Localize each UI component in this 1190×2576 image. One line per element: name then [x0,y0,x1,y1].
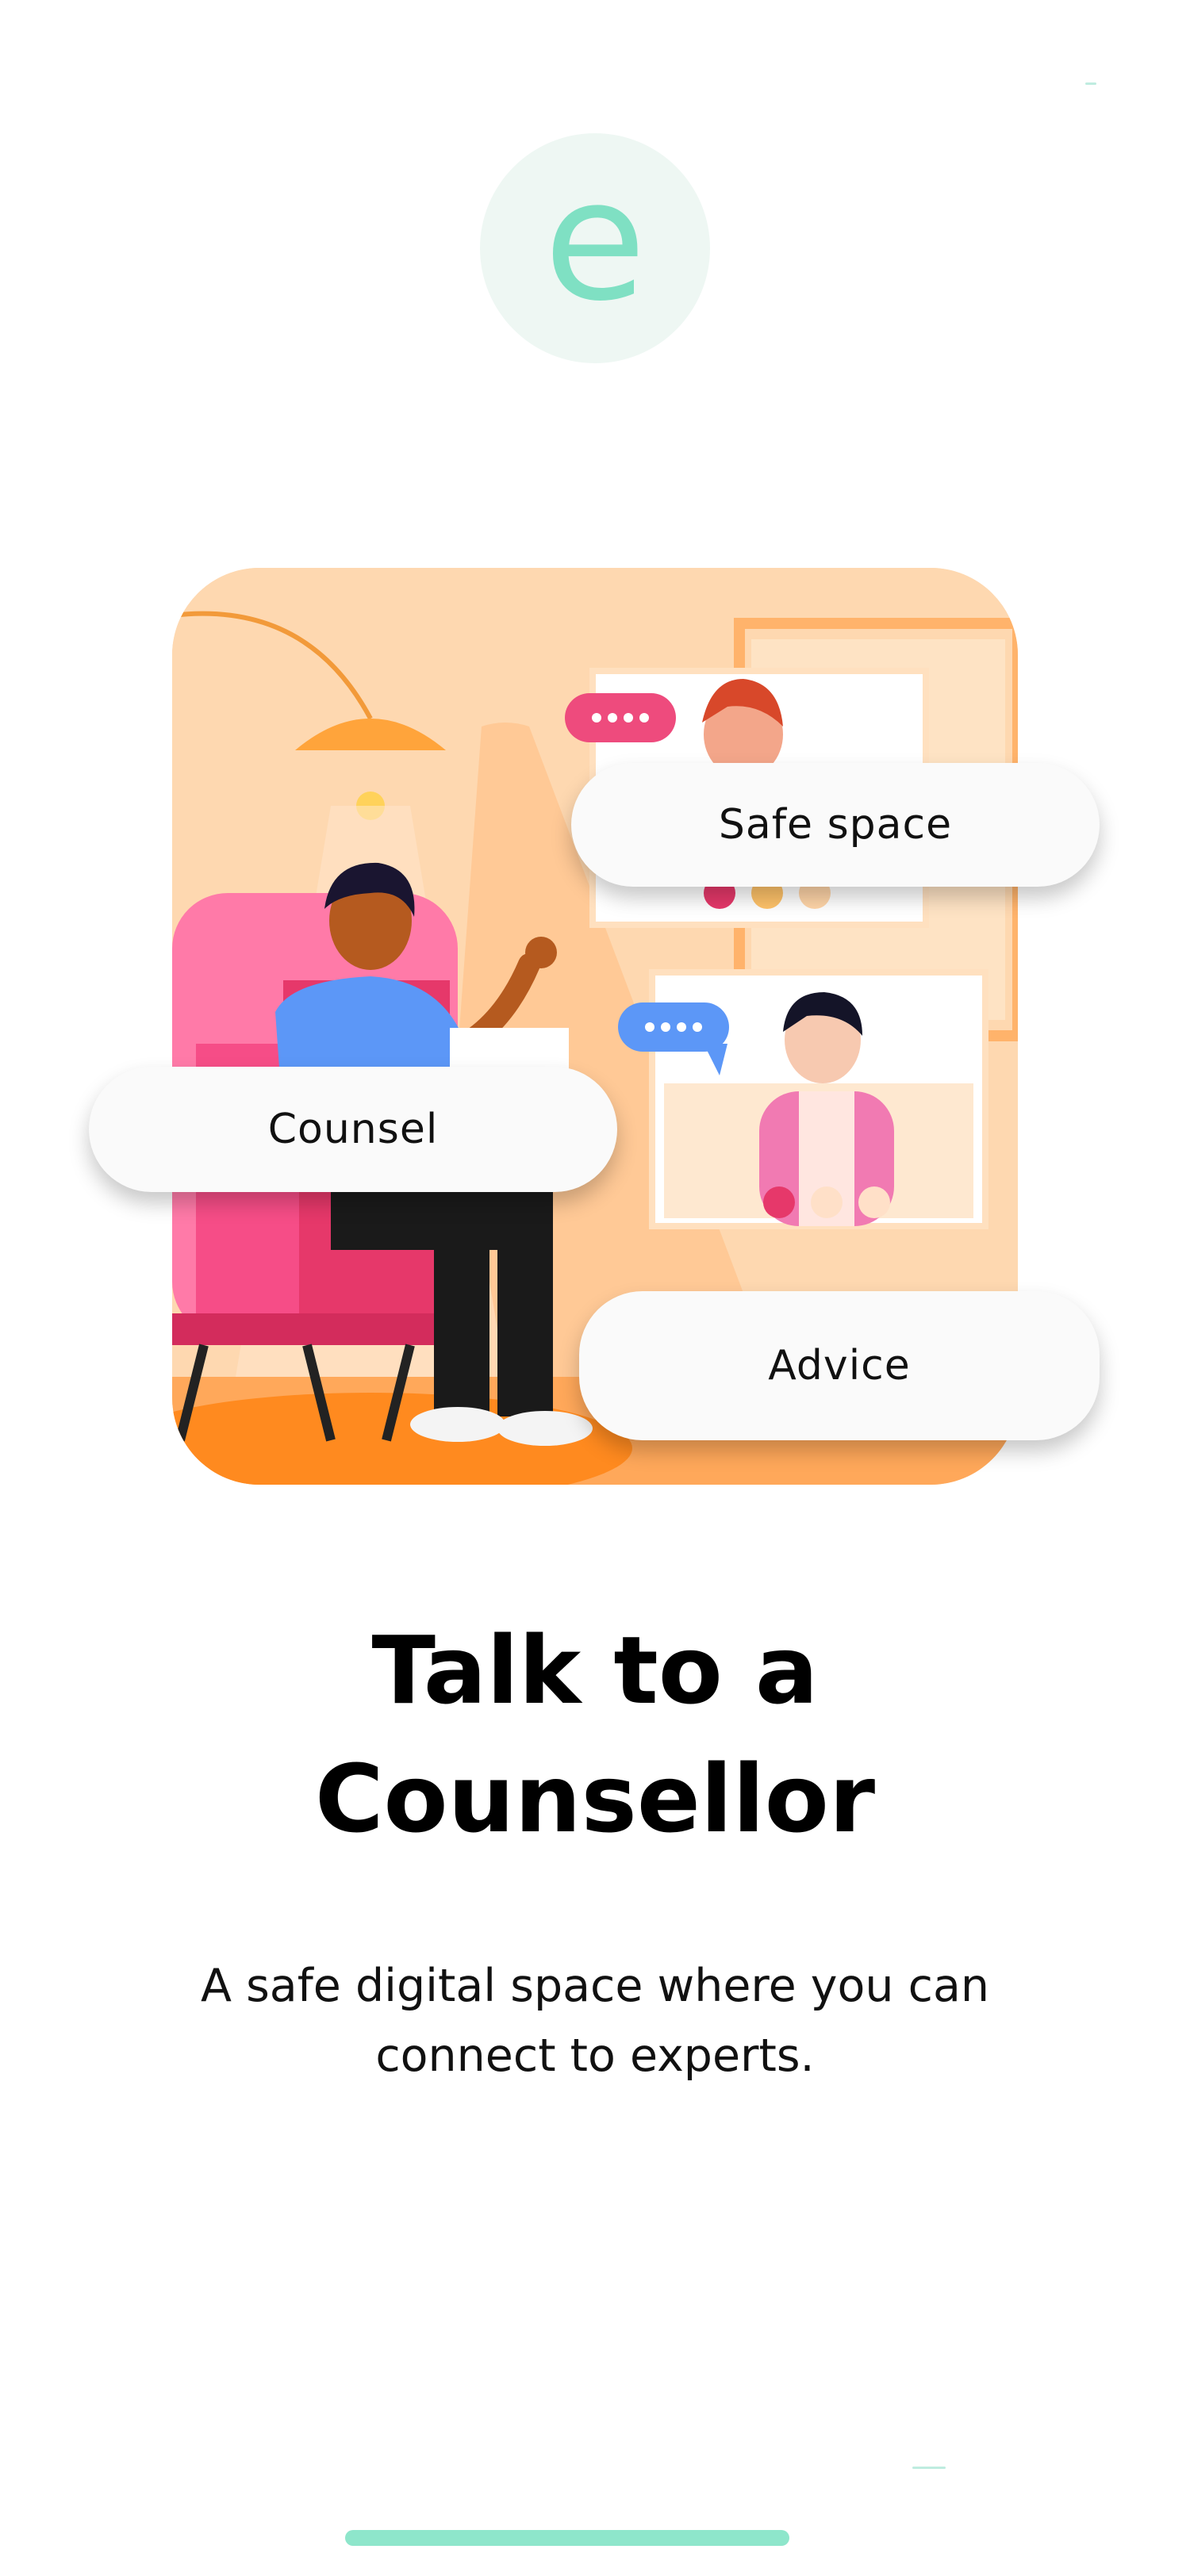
logo-letter: e [543,144,647,338]
tag-safe-space: Safe space [571,763,1100,887]
status-mark [1085,82,1096,85]
home-indicator[interactable] [345,2530,789,2546]
tag-safe-space-label: Safe space [718,801,953,849]
tag-advice-label: Advice [768,1342,911,1390]
tag-counsel: Counsel [89,1067,617,1192]
title-line-1: Talk to a [371,1616,819,1725]
subtitle-line-1: A safe digital space where you can [200,1960,990,2012]
page-subtitle: A safe digital space where you can conne… [0,1951,1190,2091]
tag-counsel-label: Counsel [267,1106,439,1153]
subtitle-line-2: connect to experts. [375,2030,815,2082]
page-indicator-mark [912,2467,946,2469]
page-title: Talk to a Counsellor [0,1606,1190,1863]
tag-advice: Advice [579,1291,1100,1440]
app-logo: e [480,133,710,363]
title-line-2: Counsellor [314,1744,876,1853]
